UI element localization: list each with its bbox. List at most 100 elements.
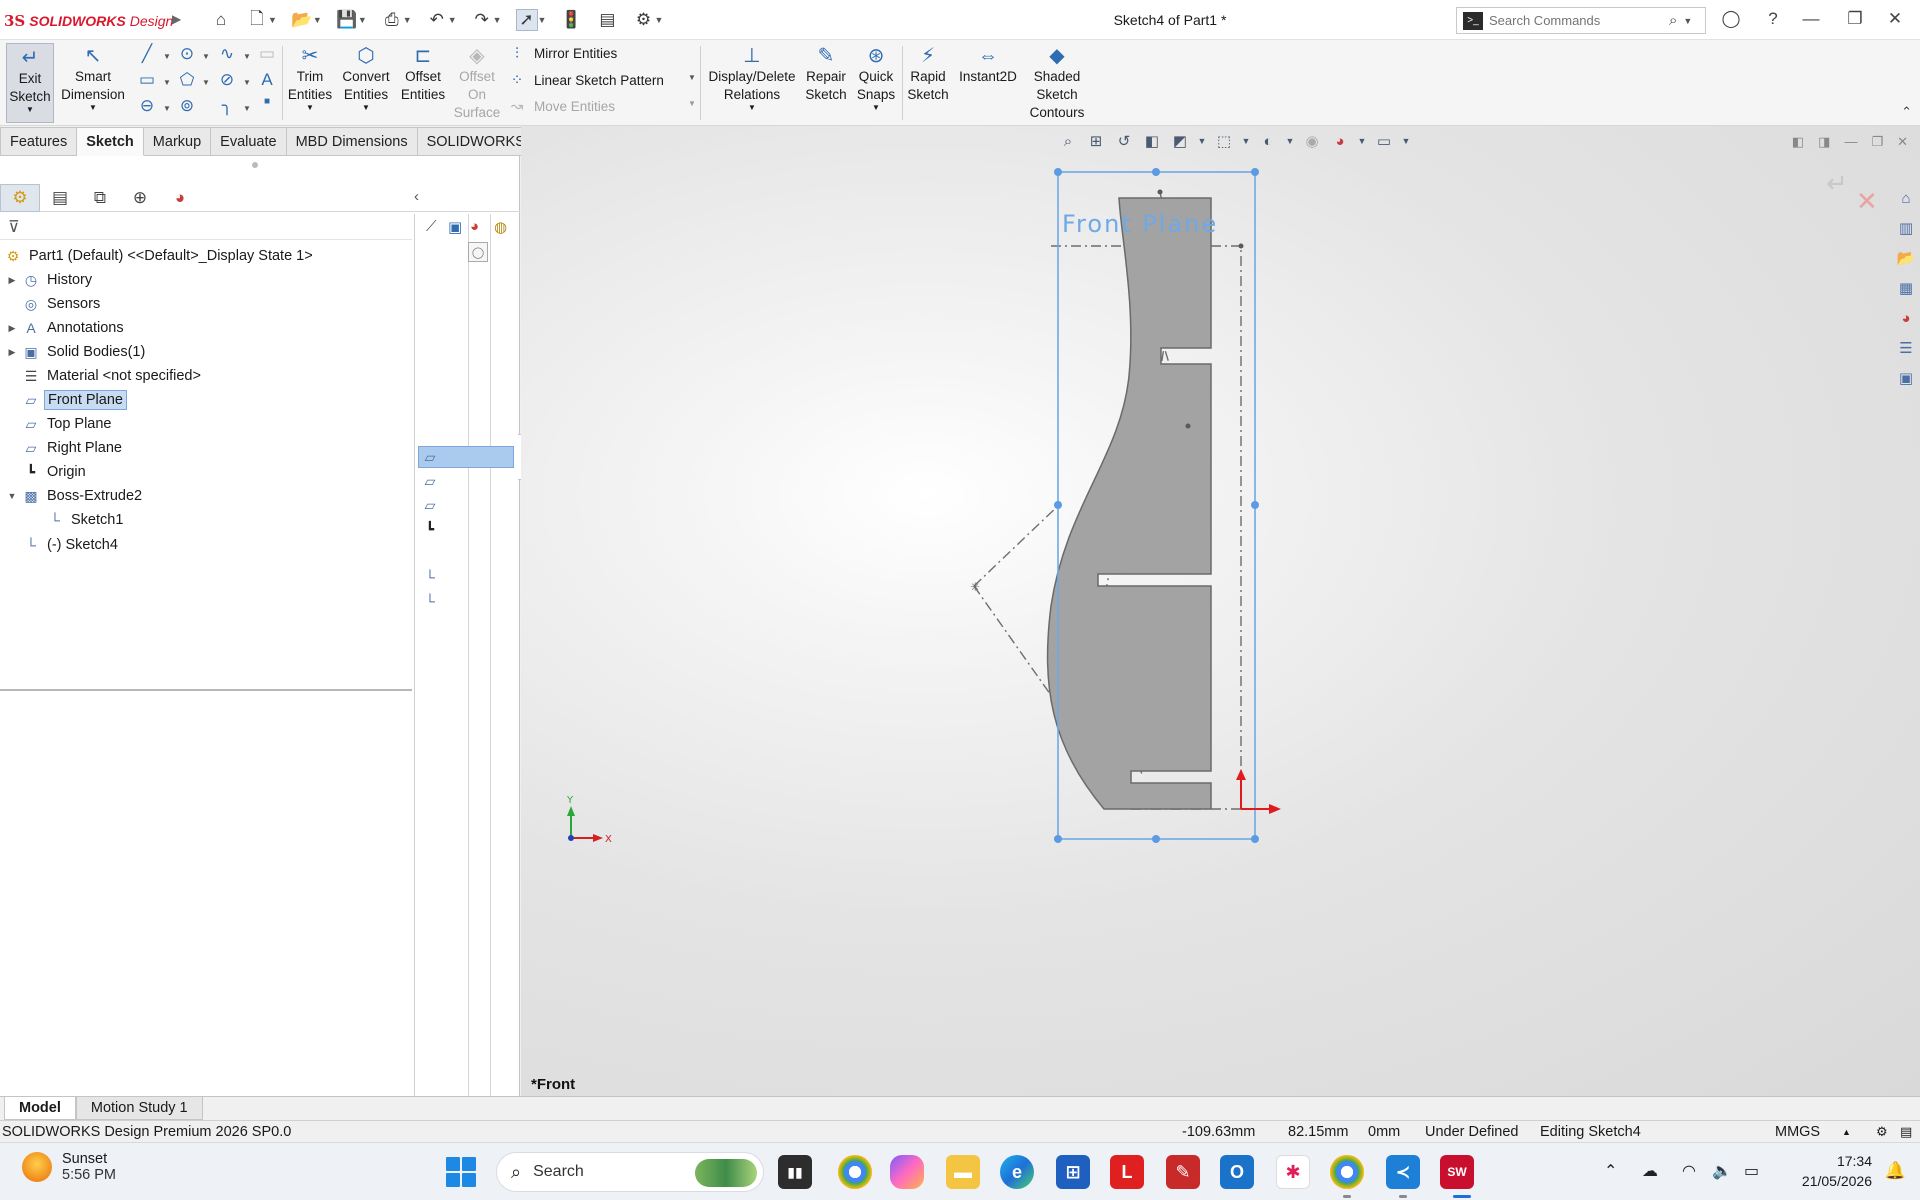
- display-delete-relations-button[interactable]: ⊥ Display/Delete Relations ▼: [706, 44, 798, 112]
- customize-status-icon[interactable]: ▤: [1900, 1124, 1912, 1140]
- open-dropdown-icon[interactable]: ▼: [313, 15, 322, 25]
- sketch-canvas[interactable]: ✳ Y X: [521, 126, 1920, 1096]
- exit-sketch-dropdown-icon[interactable]: ▼: [26, 106, 34, 114]
- point-icon[interactable]: ⊚: [176, 96, 198, 116]
- collapse-panel-icon[interactable]: ‹: [414, 188, 419, 205]
- close-icon[interactable]: ✕: [1884, 9, 1906, 31]
- construction-endpoint-marker[interactable]: ✳: [970, 580, 980, 594]
- tree-item-right-plane[interactable]: ▱ Right Plane: [0, 436, 412, 460]
- rectangle-icon[interactable]: ▭: [136, 70, 158, 90]
- file-properties-icon[interactable]: ▤: [596, 9, 618, 31]
- outlook-icon[interactable]: O: [1220, 1155, 1254, 1189]
- dimxpert-manager-icon[interactable]: ⊕: [120, 184, 160, 212]
- menu-expand-arrow-icon[interactable]: ▶: [172, 12, 181, 26]
- ellipse-icon[interactable]: ⊘: [216, 70, 238, 90]
- property-manager-icon[interactable]: ▤: [40, 184, 80, 212]
- options-gear-icon[interactable]: ⚙: [632, 9, 654, 31]
- tree-item-solid-bodies[interactable]: ▶ ▣ Solid Bodies(1): [0, 340, 412, 364]
- help-icon[interactable]: ?: [1762, 9, 1784, 31]
- feature-manager-tree-icon[interactable]: ⚙: [0, 184, 40, 212]
- selection-handle[interactable]: [1251, 168, 1259, 176]
- options-dropdown-icon[interactable]: ▼: [654, 15, 663, 25]
- sketch-point[interactable]: [1238, 243, 1244, 249]
- rebuild-status-icon[interactable]: ⚙: [1876, 1124, 1888, 1140]
- sketch1-display-icon[interactable]: └: [420, 567, 440, 587]
- home-icon[interactable]: ⌂: [210, 9, 232, 31]
- column-display-icon[interactable]: ▣: [448, 218, 462, 236]
- sketch4-display-icon[interactable]: └: [420, 591, 440, 611]
- undo-dropdown-icon[interactable]: ▼: [448, 15, 457, 25]
- graphics-area[interactable]: ⌕ ⊞ ↺ ◧ ◩ ▼ ⬚ ▼ ◐ ▼ ◉ ◕ ▼ ▭ ▼ ◧ ◨ — ❐ ✕ …: [521, 126, 1920, 1096]
- select-cursor-icon[interactable]: ➚: [515, 9, 538, 31]
- search-dropdown-icon[interactable]: ▼: [1683, 16, 1692, 26]
- move-dropdown-icon[interactable]: ▼: [688, 99, 696, 108]
- task-view-icon[interactable]: ▮▮: [778, 1155, 812, 1189]
- system-clock[interactable]: 17:34 21/05/2026: [1802, 1151, 1872, 1191]
- column-visibility-icon[interactable]: ◍: [494, 218, 507, 236]
- plane-point-icon[interactable]: ■: [256, 96, 278, 107]
- file-explorer-icon[interactable]: ▬: [946, 1155, 980, 1189]
- cloud-offline-icon[interactable]: ☁: [1642, 1161, 1658, 1181]
- tree-item-boss-extrude2[interactable]: ▼ ▩ Boss-Extrude2: [0, 484, 412, 508]
- slack-icon[interactable]: ✱: [1276, 1155, 1310, 1189]
- tree-item-material[interactable]: ☰ Material <not specified>: [0, 364, 412, 388]
- account-icon[interactable]: ◯: [1720, 9, 1742, 31]
- search-commands-input[interactable]: [1489, 13, 1669, 28]
- save-dropdown-icon[interactable]: ▼: [358, 15, 367, 25]
- shaded-sketch-contours-button[interactable]: ◆ Shaded Sketch Contours: [1024, 44, 1090, 122]
- collapse-ribbon-icon[interactable]: ⌃: [1901, 104, 1912, 120]
- open-folder-icon[interactable]: 📂: [291, 9, 313, 31]
- solidworks-taskbar-icon[interactable]: SW: [1440, 1155, 1474, 1189]
- linear-sketch-pattern-button[interactable]: ⁘ Linear Sketch Pattern: [508, 71, 664, 89]
- sketch-origin-icon[interactable]: [1236, 769, 1281, 814]
- tab-features[interactable]: Features: [0, 127, 78, 156]
- expand-arrow-icon[interactable]: ▶: [6, 347, 18, 358]
- tree-root[interactable]: ⚙ Part1 (Default) <<Default>_Display Sta…: [0, 244, 412, 268]
- move-entities-button[interactable]: ↝ Move Entities: [508, 97, 615, 115]
- tree-item-origin[interactable]: ┗ Origin: [0, 460, 412, 484]
- microsoft-store-icon[interactable]: ⊞: [1056, 1155, 1090, 1189]
- sketch-point[interactable]: [1157, 189, 1163, 195]
- search-icon[interactable]: ⌕: [1669, 12, 1677, 29]
- l-app-icon[interactable]: L: [1110, 1155, 1144, 1189]
- front-plane-display-icon[interactable]: ▱: [420, 447, 440, 467]
- rollback-bar[interactable]: [0, 689, 412, 691]
- part-appearance-swatch-icon[interactable]: ◯: [468, 242, 488, 262]
- tree-item-top-plane[interactable]: ▱ Top Plane: [0, 412, 412, 436]
- restore-icon[interactable]: ❐: [1844, 9, 1866, 31]
- tree-item-history[interactable]: ▶ ◷ History: [0, 268, 412, 292]
- chrome-profile-icon[interactable]: [1330, 1155, 1364, 1189]
- select-dropdown-icon[interactable]: ▼: [538, 15, 547, 25]
- selection-handle[interactable]: [1054, 501, 1062, 509]
- search-commands-box[interactable]: >_ ⌕ ▼: [1456, 7, 1706, 34]
- print-icon[interactable]: ⎙: [381, 9, 403, 31]
- tree-item-sketch1[interactable]: └ Sketch1: [0, 508, 412, 532]
- expand-arrow-icon[interactable]: ▶: [6, 323, 18, 334]
- panel-drag-handle[interactable]: [252, 162, 258, 168]
- unit-system-selector[interactable]: MMGS: [1775, 1124, 1820, 1140]
- selection-handle[interactable]: [1152, 835, 1160, 843]
- offset-on-surface-button[interactable]: ◈ Offset On Surface: [452, 44, 502, 122]
- mirror-entities-button[interactable]: ⫶ Mirror Entities: [508, 45, 617, 62]
- tab-sketch[interactable]: Sketch: [77, 127, 144, 156]
- wifi-icon[interactable]: ◠: [1682, 1161, 1696, 1181]
- show-hidden-icons-icon[interactable]: ⌃: [1604, 1161, 1617, 1181]
- solidworks-logo[interactable]: 3S SOLIDWORKS Design: [4, 10, 173, 32]
- copilot-icon[interactable]: [890, 1155, 924, 1189]
- volume-icon[interactable]: 🔈: [1712, 1161, 1732, 1181]
- expand-arrow-icon[interactable]: ▶: [6, 275, 18, 286]
- right-plane-display-icon[interactable]: ▱: [420, 495, 440, 515]
- selection-handle[interactable]: [1054, 835, 1062, 843]
- column-pin-icon[interactable]: ⟋: [426, 218, 437, 235]
- weather-widget[interactable]: Sunset 5:56 PM: [22, 1151, 116, 1183]
- units-dropdown-icon[interactable]: ▲: [1842, 1127, 1851, 1137]
- smart-dimension-button[interactable]: ↖ Smart Dimension ▼: [60, 44, 126, 112]
- tab-evaluate[interactable]: Evaluate: [211, 127, 287, 156]
- text-icon[interactable]: A: [256, 70, 278, 90]
- instant2d-button[interactable]: ⇔ Instant2D: [954, 44, 1022, 86]
- repair-sketch-button[interactable]: ✎ Repair Sketch: [802, 44, 850, 104]
- slot-icon[interactable]: ⊖: [136, 96, 158, 116]
- offset-entities-button[interactable]: ⊏ Offset Entities: [398, 44, 448, 104]
- polygon-icon[interactable]: ⬠: [176, 70, 198, 90]
- sketch-point[interactable]: [1185, 423, 1191, 429]
